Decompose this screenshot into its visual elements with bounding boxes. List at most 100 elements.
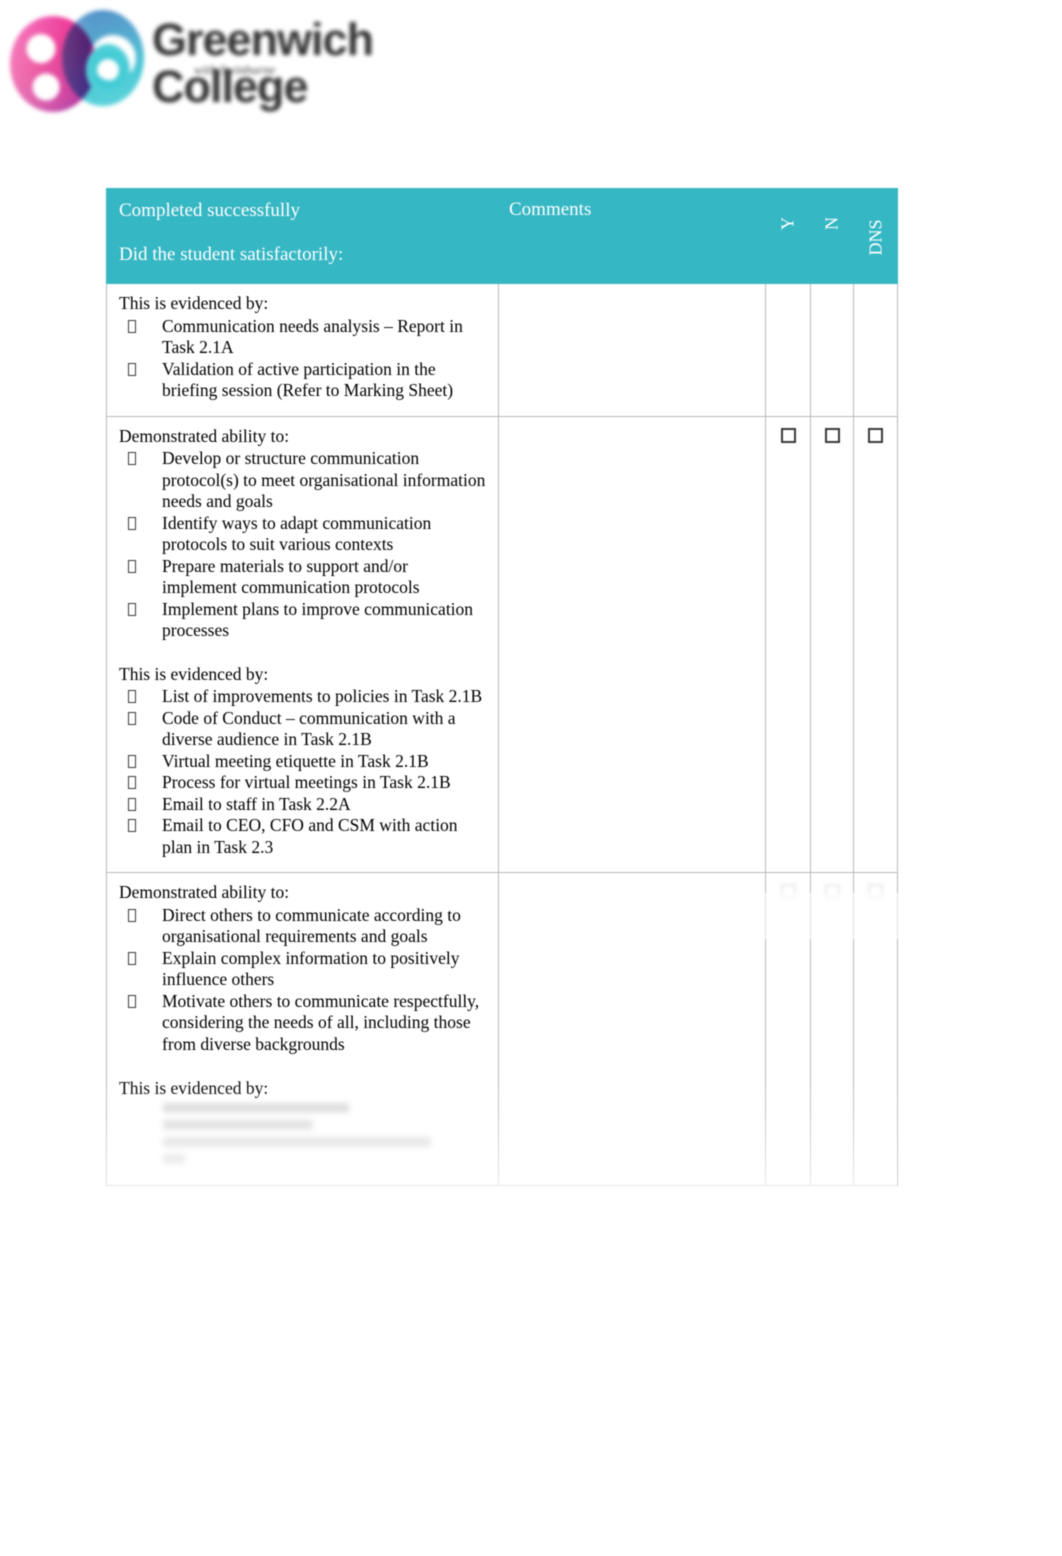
list-item: Virtual meeting etiquette in Task 2.1B xyxy=(119,751,486,773)
bullet-box-icon xyxy=(128,690,136,704)
list-item-label: Validation of active participation in th… xyxy=(162,358,454,401)
list-item: Develop or structure communication proto… xyxy=(119,448,486,513)
bullet-box-icon xyxy=(128,559,136,573)
criteria-bullet-list: Develop or structure communication proto… xyxy=(119,448,486,642)
criteria-cell: Demonstrated ability to: Direct others t… xyxy=(106,872,499,1187)
header-did-the-student: Did the student satisfactorily: xyxy=(119,243,344,265)
list-item-label: Communication needs analysis – Report in… xyxy=(162,315,463,358)
list-item: List of improvements to policies in Task… xyxy=(119,686,486,708)
list-item-label: Email to staff in Task 2.2A xyxy=(162,793,351,814)
table-row: This is evidenced by: Communication need… xyxy=(106,283,898,417)
criteria-lead: Demonstrated ability to: xyxy=(119,425,290,446)
y-cell[interactable] xyxy=(765,872,811,1187)
evidence-lead: This is evidenced by: xyxy=(119,1077,269,1098)
greenwich-college-logo: Greenwich College with Swinburne xyxy=(8,4,448,122)
dns-cell[interactable] xyxy=(853,283,898,417)
bullet-box-icon xyxy=(128,319,136,333)
illegible-line xyxy=(163,1154,185,1165)
y-cell[interactable] xyxy=(765,283,811,417)
list-item: Motivate others to communicate respectfu… xyxy=(119,991,486,1056)
header-cell-criteria: Completed successfully Did the student s… xyxy=(106,188,499,284)
bullet-box-icon xyxy=(128,951,136,965)
criteria-bullet-list: Communication needs analysis – Report in… xyxy=(119,316,486,402)
y-cell[interactable] xyxy=(765,415,811,874)
list-item: Direct others to communicate according t… xyxy=(119,905,486,948)
logo-c-inner-shape xyxy=(86,44,130,96)
header-cell-dns: DNS xyxy=(853,188,898,284)
bullet-box-icon xyxy=(128,797,136,811)
bullet-box-icon xyxy=(128,711,136,725)
list-item: Email to staff in Task 2.2A xyxy=(119,794,486,816)
n-cell[interactable] xyxy=(810,872,854,1187)
list-item-label: Prepare materials to support and/or impl… xyxy=(162,555,420,598)
criteria-lead: Demonstrated ability to: xyxy=(119,882,290,903)
bullet-box-icon xyxy=(128,602,136,616)
table-row: Demonstrated ability to: Direct others t… xyxy=(106,872,898,1187)
list-item-label: Virtual meeting etiquette in Task 2.1B xyxy=(162,750,429,771)
list-item: Prepare materials to support and/or impl… xyxy=(119,556,486,599)
illegible-line xyxy=(163,1120,313,1131)
list-item-label: Code of Conduct – communication with a d… xyxy=(162,707,456,750)
dns-checkbox[interactable] xyxy=(868,884,883,900)
dns-cell[interactable] xyxy=(853,415,898,874)
list-item: Identify ways to adapt communication pro… xyxy=(119,513,486,556)
logo-mark-icon xyxy=(8,10,144,116)
bullet-box-icon xyxy=(128,452,136,466)
y-checkbox[interactable] xyxy=(780,427,796,443)
list-item-label: Explain complex information to positivel… xyxy=(162,947,460,990)
n-cell[interactable] xyxy=(810,415,854,874)
list-item: Validation of active participation in th… xyxy=(119,359,486,402)
bullet-box-icon xyxy=(128,362,136,376)
evidence-lead: This is evidenced by: xyxy=(119,663,269,684)
y-checkbox[interactable] xyxy=(780,884,796,900)
n-checkbox[interactable] xyxy=(824,884,840,900)
document-page: Greenwich College with Swinburne Complet… xyxy=(0,0,1062,1556)
list-item-label: Develop or structure communication proto… xyxy=(162,448,486,512)
bullet-box-icon xyxy=(128,754,136,768)
header-completed-successfully: Completed successfully xyxy=(119,200,300,221)
list-item-label: Motivate others to communicate respectfu… xyxy=(162,990,480,1054)
illegible-line xyxy=(163,1137,431,1148)
header-cell-y: Y xyxy=(765,188,811,284)
header-label-y: Y xyxy=(777,217,798,230)
assessment-checklist-table: Completed successfully Did the student s… xyxy=(106,188,898,1187)
list-item-label: List of improvements to policies in Task… xyxy=(162,686,483,707)
criteria-bullet-list: Direct others to communicate according t… xyxy=(119,905,486,1056)
logo-tagline: with Swinburne xyxy=(194,62,276,77)
header-label-dns: DNS xyxy=(865,219,885,256)
comments-cell[interactable] xyxy=(498,283,766,417)
illegible-evidence-text xyxy=(119,1103,486,1165)
bullet-box-icon xyxy=(128,516,136,530)
list-item-label: Email to CEO, CFO and CSM with action pl… xyxy=(162,815,458,857)
dns-checkbox[interactable] xyxy=(868,427,883,443)
list-item: Email to CEO, CFO and CSM with action pl… xyxy=(119,815,486,858)
comments-cell[interactable] xyxy=(498,872,766,1187)
n-checkbox[interactable] xyxy=(824,427,840,443)
list-item: Implement plans to improve communication… xyxy=(119,599,486,642)
list-item-label: Identify ways to adapt communication pro… xyxy=(162,512,432,555)
list-item-label: Process for virtual meetings in Task 2.1… xyxy=(162,772,451,793)
list-item: Explain complex information to positivel… xyxy=(119,948,486,991)
bullet-box-icon xyxy=(128,908,136,922)
criteria-cell: This is evidenced by: Communication need… xyxy=(106,283,499,417)
bullet-box-icon xyxy=(128,994,136,1008)
criteria-cell: Demonstrated ability to: Develop or stru… xyxy=(106,415,499,874)
criteria-lead: This is evidenced by: xyxy=(119,293,269,313)
comments-cell[interactable] xyxy=(498,415,766,874)
n-cell[interactable] xyxy=(810,283,854,417)
header-cell-n: N xyxy=(810,188,854,284)
illegible-line xyxy=(163,1103,349,1114)
list-item: Process for virtual meetings in Task 2.1… xyxy=(119,772,486,794)
evidence-bullet-list: List of improvements to policies in Task… xyxy=(119,686,486,858)
bullet-box-icon xyxy=(128,776,136,790)
bullet-box-icon xyxy=(128,819,136,833)
table-header-row: Completed successfully Did the student s… xyxy=(106,188,898,284)
dns-cell[interactable] xyxy=(853,872,898,1187)
header-cell-comments: Comments xyxy=(498,188,766,284)
list-item-label: Implement plans to improve communication… xyxy=(162,598,474,641)
table-row: Demonstrated ability to: Develop or stru… xyxy=(106,415,898,874)
list-item: Code of Conduct – communication with a d… xyxy=(119,708,486,751)
page-footer xyxy=(0,1264,1062,1354)
